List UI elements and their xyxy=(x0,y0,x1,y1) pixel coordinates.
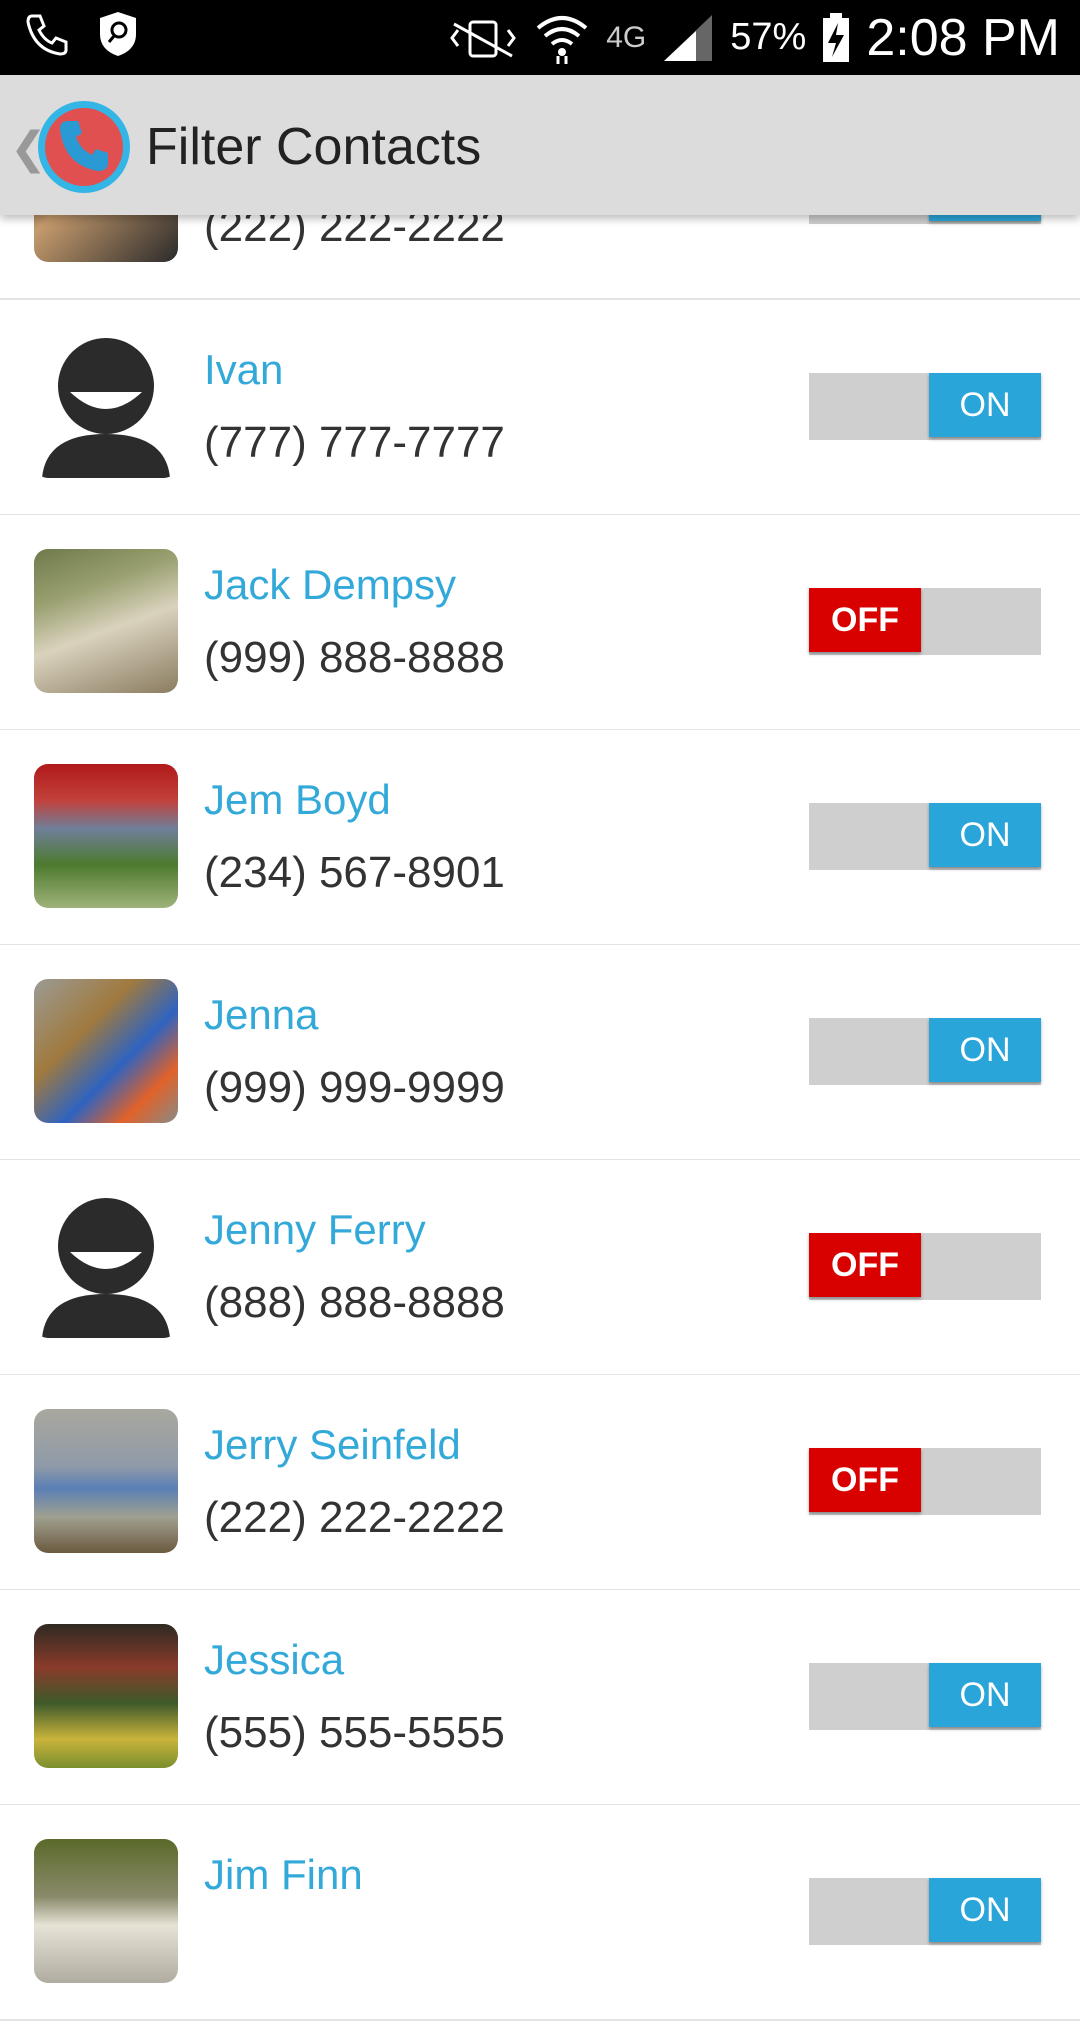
filter-toggle[interactable]: ON xyxy=(809,1663,1041,1730)
toggle-state: ON xyxy=(929,1663,1041,1727)
filter-toggle[interactable]: OFF xyxy=(809,1233,1041,1300)
contact-name: Jim Finn xyxy=(204,1851,363,1898)
list-item[interactable]: Jenny Ferry (888) 888-8888 OFF xyxy=(0,1160,1080,1376)
contact-name: Jerry Seinfeld xyxy=(204,1421,461,1468)
list-item[interactable]: Jerry Seinfeld (222) 222-2222 OFF xyxy=(0,1375,1080,1591)
toggle-state: OFF xyxy=(809,1448,921,1512)
page-title: Filter Contacts xyxy=(146,118,482,176)
list-item[interactable]: Jessica (555) 555-5555 ON xyxy=(0,1590,1080,1806)
toggle-state: OFF xyxy=(809,588,921,652)
contact-name: Jenny Ferry xyxy=(204,1206,426,1253)
contact-photo xyxy=(34,1839,178,1983)
contact-name: Jessica xyxy=(204,1636,345,1683)
contact-phone: (555) 555-5555 xyxy=(204,1708,505,1757)
phone-logo-icon[interactable] xyxy=(36,99,132,195)
contact-name: Jenna xyxy=(204,991,319,1038)
contact-phone: (888) 888-8888 xyxy=(204,1278,505,1327)
filter-toggle[interactable]: OFF xyxy=(809,588,1041,655)
contact-photo xyxy=(34,979,178,1123)
list-item[interactable]: Jem Boyd (234) 567-8901 ON xyxy=(0,730,1080,946)
contact-name: Jem Boyd xyxy=(204,776,391,823)
filter-toggle[interactable]: OFF xyxy=(809,1448,1041,1515)
contact-phone: (234) 567-8901 xyxy=(204,848,505,897)
toggle-state: ON xyxy=(929,1878,1041,1942)
list-item[interactable]: Jack Dempsy (999) 888-8888 OFF xyxy=(0,515,1080,731)
contact-phone: (999) 999-9999 xyxy=(204,1063,505,1112)
contact-list: (222) 222-2222 ON Ivan (777) 777-7777 ON… xyxy=(0,0,1080,2021)
toggle-state: ON xyxy=(929,1018,1041,1082)
filter-toggle[interactable]: ON xyxy=(809,373,1041,440)
list-item[interactable]: Jim Finn ON xyxy=(0,1805,1080,2021)
contact-name: Ivan xyxy=(204,346,284,393)
contact-phone: (999) 888-8888 xyxy=(204,633,505,682)
list-item[interactable]: Jenna (999) 999-9999 ON xyxy=(0,945,1080,1161)
contact-phone: (777) 777-7777 xyxy=(204,418,505,467)
contact-photo xyxy=(34,1624,178,1768)
contact-phone: (222) 222-2222 xyxy=(204,1493,505,1542)
contact-photo xyxy=(34,549,178,693)
contact-name: Jack Dempsy xyxy=(204,561,457,608)
filter-toggle[interactable]: ON xyxy=(809,1018,1041,1085)
list-item[interactable]: Ivan (777) 777-7777 ON xyxy=(0,300,1080,516)
default-person-icon xyxy=(34,334,178,478)
action-bar: ❮ Filter Contacts xyxy=(0,75,1080,215)
toggle-state: OFF xyxy=(809,1233,921,1297)
default-person-icon xyxy=(34,1194,178,1338)
toggle-state: ON xyxy=(929,373,1041,437)
contact-photo xyxy=(34,764,178,908)
contact-photo xyxy=(34,1409,178,1553)
filter-toggle[interactable]: ON xyxy=(809,1878,1041,1945)
toggle-state: ON xyxy=(929,803,1041,867)
filter-toggle[interactable]: ON xyxy=(809,803,1041,870)
